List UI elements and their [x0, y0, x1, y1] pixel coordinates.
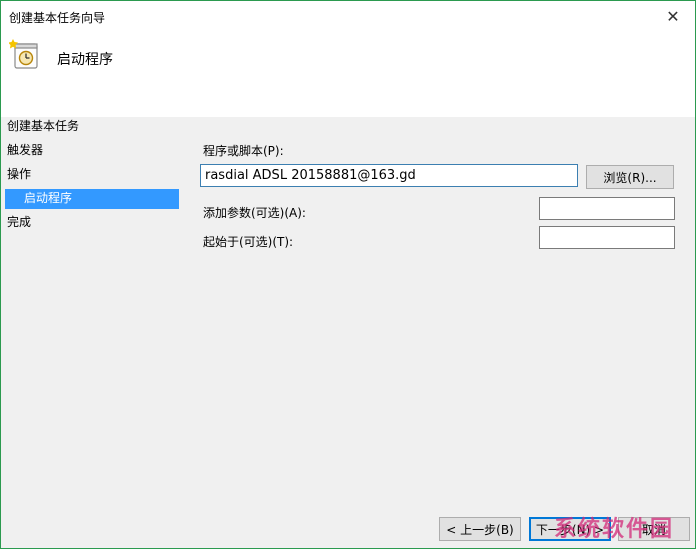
step-create-task[interactable]: 创建基本任务: [7, 117, 79, 137]
wizard-window: 创建基本任务向导 ✕ 启动程序 创建基本任务 触发器 操作 启动程序 完成 程序…: [0, 0, 696, 549]
wizard-steps: 创建基本任务 触发器 操作 启动程序 完成: [1, 117, 183, 517]
args-label: 添加参数(可选)(A):: [203, 206, 306, 220]
close-button[interactable]: ✕: [651, 1, 695, 31]
browse-button[interactable]: 浏览(R)...: [586, 165, 674, 189]
close-icon: ✕: [666, 6, 680, 26]
program-label: 程序或脚本(P):: [203, 144, 284, 158]
window-title: 创建基本任务向导: [9, 11, 106, 25]
clock-task-icon: [9, 39, 38, 69]
startin-input[interactable]: [539, 226, 675, 249]
back-button[interactable]: < 上一步(B): [439, 517, 521, 541]
watermark-logo: 系统软件园: [554, 517, 675, 542]
title-bar: 创建基本任务向导 ✕: [1, 1, 695, 31]
step-start-program[interactable]: 启动程序: [5, 189, 179, 209]
wizard-header: 启动程序: [1, 31, 695, 117]
page-title: 启动程序: [57, 52, 113, 68]
step-action[interactable]: 操作: [7, 165, 31, 185]
startin-label: 起始于(可选)(T):: [203, 235, 294, 249]
program-input[interactable]: rasdial ADSL 20158881@163.gd: [200, 164, 578, 187]
step-finish[interactable]: 完成: [7, 213, 31, 233]
step-trigger[interactable]: 触发器: [7, 141, 43, 161]
args-input[interactable]: [539, 197, 675, 220]
